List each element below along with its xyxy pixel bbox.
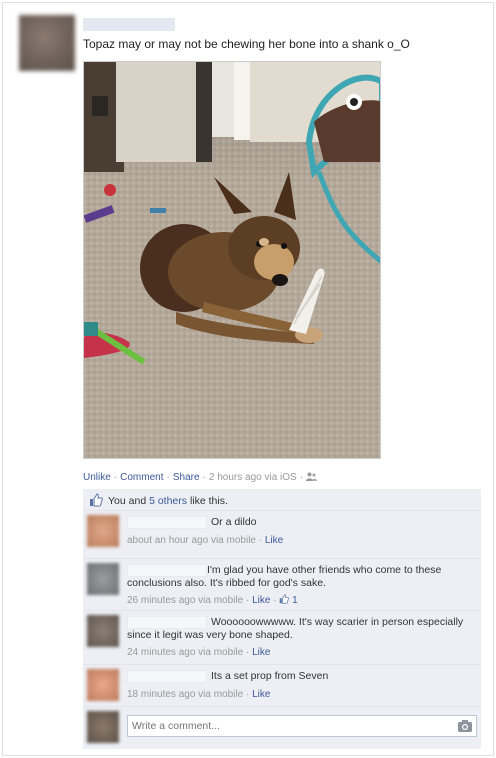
thumbs-up-icon: [280, 594, 290, 604]
comment-timestamp[interactable]: about an hour ago via mobile: [127, 535, 256, 546]
comment-item: Its a set prop from Seven 18 minutes ago…: [83, 665, 481, 707]
comment-like-link[interactable]: Like: [252, 595, 270, 606]
commenter-name-redacted[interactable]: [127, 670, 207, 683]
commenter-avatar[interactable]: [87, 669, 119, 701]
comment-item: I'm glad you have other friends who come…: [83, 559, 481, 611]
separator-dot: ·: [270, 595, 280, 606]
story-actions: Unlike · Comment · Share · 2 hours ago via iOS…: [83, 472, 318, 483]
status-text: Topaz may or may not be chewing her bone…: [83, 37, 410, 51]
commenter-avatar[interactable]: [87, 563, 119, 595]
separator-dot: ·: [243, 647, 253, 658]
comment-timestamp[interactable]: 18 minutes ago via mobile: [127, 689, 243, 700]
author-name-redacted[interactable]: [83, 18, 175, 31]
viewer-avatar: [87, 711, 119, 743]
comment-timestamp[interactable]: 26 minutes ago via mobile: [127, 595, 243, 606]
comment-item: Woooooowwwww. It's way scarier in person…: [83, 611, 481, 665]
comment-text: Or a dildo: [211, 516, 257, 528]
comment-meta: about an hour ago via mobile · Like: [127, 535, 283, 546]
post-photo[interactable]: [83, 61, 381, 459]
camera-icon[interactable]: [457, 719, 473, 733]
comment-link[interactable]: Comment: [120, 472, 163, 483]
comment-like-link[interactable]: Like: [252, 647, 270, 658]
share-link[interactable]: Share: [173, 472, 200, 483]
separator-dot: ·: [255, 535, 265, 546]
news-feed-story: Topaz may or may not be chewing her bone…: [2, 2, 494, 756]
likes-others-link[interactable]: 5 others: [149, 495, 187, 507]
ufi-feedback-box: You and 5 others like this. Or a dildo a…: [83, 489, 481, 749]
likes-summary: You and 5 others like this.: [83, 489, 481, 511]
comment-timestamp[interactable]: 24 minutes ago via mobile: [127, 647, 243, 658]
likes-prefix: You and: [108, 495, 150, 507]
commenter-name-redacted[interactable]: [127, 516, 207, 529]
post-timestamp[interactable]: 2 hours ago via iOS: [209, 472, 297, 483]
author-avatar[interactable]: [19, 15, 75, 71]
separator-dot: ·: [166, 472, 170, 483]
comment-like-link[interactable]: Like: [265, 535, 283, 546]
comment-text: Woooooowwwww. It's way scarier in person…: [127, 616, 464, 641]
separator-dot: ·: [299, 472, 304, 483]
unlike-link[interactable]: Unlike: [83, 472, 111, 483]
friends-icon[interactable]: [306, 472, 318, 483]
write-comment-row: [83, 707, 481, 749]
comment-text: Its a set prop from Seven: [211, 670, 329, 682]
comment-meta: 18 minutes ago via mobile · Like: [127, 689, 270, 700]
separator-dot: ·: [113, 472, 118, 483]
separator-dot: ·: [243, 689, 253, 700]
dog-photo-image: [84, 62, 380, 458]
separator-dot: ·: [243, 595, 253, 606]
comment-like-link[interactable]: Like: [252, 689, 270, 700]
thumbs-up-icon: [89, 493, 103, 507]
commenter-avatar[interactable]: [87, 515, 119, 547]
separator-dot: ·: [202, 472, 206, 483]
likes-suffix: like this.: [187, 495, 228, 507]
comment-text: I'm glad you have other friends who come…: [127, 564, 442, 589]
comment-like-count[interactable]: 1: [279, 594, 298, 606]
comment-meta: 24 minutes ago via mobile · Like: [127, 647, 270, 658]
comment-input[interactable]: [127, 715, 477, 737]
comment-meta: 26 minutes ago via mobile · Like · 1: [127, 594, 298, 606]
comment-item: Or a dildo about an hour ago via mobile …: [83, 511, 481, 559]
commenter-avatar[interactable]: [87, 615, 119, 647]
